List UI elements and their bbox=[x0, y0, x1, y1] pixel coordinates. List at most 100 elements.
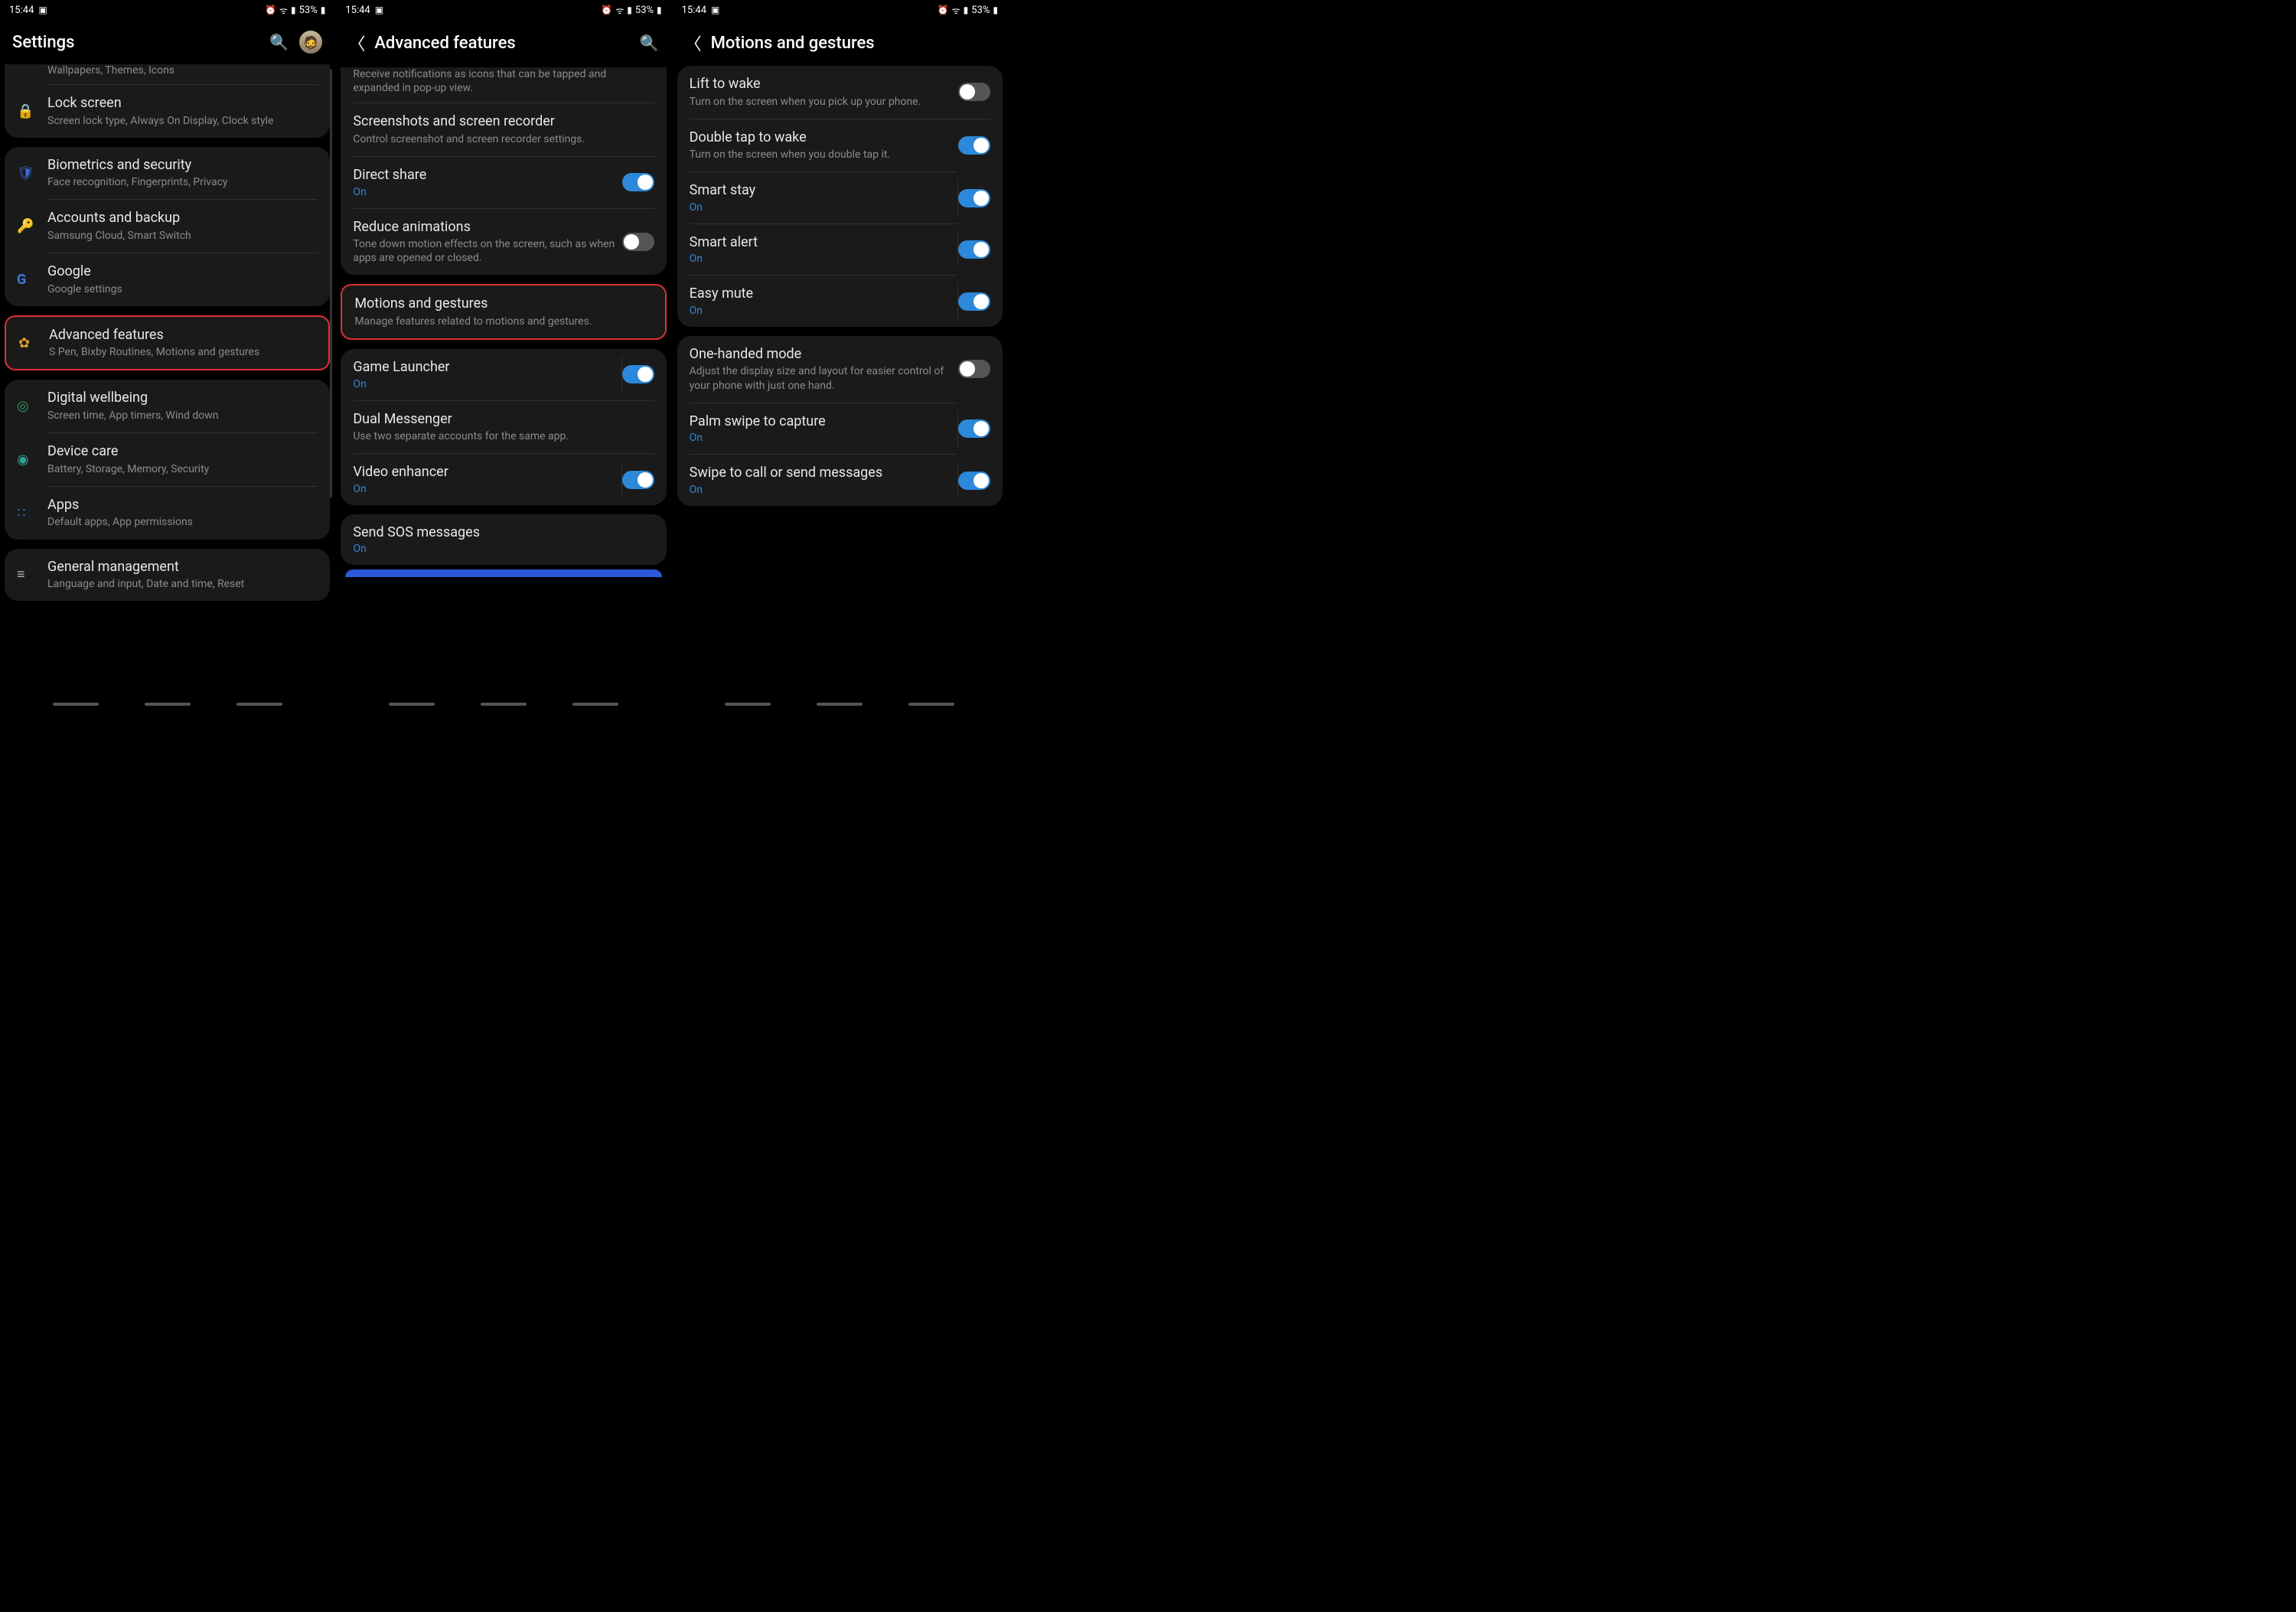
back-icon[interactable]: 〈 bbox=[685, 31, 700, 55]
settings-item-apps[interactable]: ∷ Apps Default apps, App permissions bbox=[5, 487, 330, 540]
item-status: On bbox=[353, 543, 654, 555]
item-send-sos[interactable]: Send SOS messages On bbox=[341, 514, 666, 566]
item-title: Double tap to wake bbox=[690, 129, 958, 147]
toggle-swipe-call-message[interactable] bbox=[958, 472, 990, 490]
toggle-smart-alert[interactable] bbox=[958, 240, 990, 259]
item-sub: Language and input, Date and time, Reset bbox=[47, 577, 318, 591]
item-status: On bbox=[690, 484, 958, 496]
toggle-smart-stay[interactable] bbox=[958, 189, 990, 207]
settings-panel: 15:44 ▣ ⏰ ᯤ ▮ 53% ▮ Settings 🔍 🧔 Wallpap… bbox=[0, 0, 334, 707]
item-screenshots-recorder[interactable]: Screenshots and screen recorder Control … bbox=[341, 103, 666, 156]
toggle-video-enhancer[interactable] bbox=[622, 471, 654, 489]
status-bar: 15:44 ▣ ⏰ ᯤ ▮ 53% ▮ bbox=[0, 0, 334, 20]
settings-item-general-management[interactable]: ≡ General management Language and input,… bbox=[5, 549, 330, 602]
alarm-icon: ⏰ bbox=[601, 5, 612, 15]
settings-item-biometrics[interactable]: 🛡 Biometrics and security Face recogniti… bbox=[5, 147, 330, 200]
item-motions-gestures[interactable]: Motions and gestures Manage features rel… bbox=[342, 286, 664, 338]
back-icon[interactable]: 〈 bbox=[348, 31, 364, 55]
key-icon: 🔑 bbox=[17, 218, 47, 234]
search-icon[interactable]: 🔍 bbox=[269, 33, 289, 51]
item-title: Biometrics and security bbox=[47, 157, 318, 175]
item-sub: Manage features related to motions and g… bbox=[354, 315, 652, 328]
item-sub: Turn on the screen when you pick up your… bbox=[690, 95, 958, 109]
item-title: Reduce animations bbox=[353, 219, 621, 237]
item-sub: Turn on the screen when you double tap i… bbox=[690, 148, 958, 162]
toggle-game-launcher[interactable] bbox=[622, 365, 654, 383]
item-lift-to-wake[interactable]: Lift to wake Turn on the screen when you… bbox=[677, 66, 1003, 119]
lock-icon: 🔒 bbox=[17, 103, 47, 119]
settings-item-accounts[interactable]: 🔑 Accounts and backup Samsung Cloud, Sma… bbox=[5, 200, 330, 253]
motions-gestures-panel: 15:44 ▣ ⏰ ᯤ ▮ 53% ▮ 〈 Motions and gestur… bbox=[673, 0, 1007, 707]
item-title: Palm swipe to capture bbox=[690, 413, 958, 431]
item-sub: Samsung Cloud, Smart Switch bbox=[47, 229, 318, 243]
nav-home[interactable] bbox=[481, 703, 527, 706]
item-sub: Tone down motion effects on the screen, … bbox=[353, 237, 621, 265]
item-smart-stay[interactable]: Smart stay On bbox=[677, 172, 1003, 224]
page-title: Settings bbox=[12, 33, 259, 52]
page-title: Advanced features bbox=[374, 34, 628, 53]
header: 〈 Advanced features 🔍 bbox=[336, 20, 670, 66]
nav-back[interactable] bbox=[908, 703, 954, 706]
advanced-features-panel: 15:44 ▣ ⏰ ᯤ ▮ 53% ▮ 〈 Advanced features … bbox=[336, 0, 670, 707]
status-time: 15:44 bbox=[9, 5, 34, 16]
wifi-icon: ᯤ bbox=[279, 4, 288, 17]
scrollbar[interactable] bbox=[330, 69, 332, 498]
nav-recent[interactable] bbox=[53, 703, 99, 706]
nav-home[interactable] bbox=[817, 703, 863, 706]
item-direct-share[interactable]: Direct share On bbox=[341, 157, 666, 208]
toggle-lift-to-wake[interactable] bbox=[958, 83, 990, 101]
item-title: Screenshots and screen recorder bbox=[353, 113, 654, 131]
battery-percent: 53% bbox=[299, 5, 318, 16]
battery-percent: 53% bbox=[971, 5, 990, 16]
status-bar: 15:44 ▣ ⏰ ᯤ ▮ 53% ▮ bbox=[673, 0, 1007, 20]
nav-back[interactable] bbox=[236, 703, 282, 706]
device-care-icon: ◉ bbox=[17, 452, 47, 468]
item-palm-swipe-capture[interactable]: Palm swipe to capture On bbox=[677, 403, 1003, 455]
toggle-easy-mute[interactable] bbox=[958, 292, 990, 311]
item-easy-mute[interactable]: Easy mute On bbox=[677, 276, 1003, 327]
item-title: Advanced features bbox=[49, 327, 316, 344]
image-icon: ▣ bbox=[375, 5, 383, 15]
item-smart-alert[interactable]: Smart alert On bbox=[677, 224, 1003, 276]
item-title: Device care bbox=[47, 443, 318, 461]
toggle-palm-swipe-capture[interactable] bbox=[958, 419, 990, 438]
toggle-one-handed-mode[interactable] bbox=[958, 360, 990, 378]
google-icon: G bbox=[17, 272, 47, 288]
settings-item-digital-wellbeing[interactable]: ◎ Digital wellbeing Screen time, App tim… bbox=[5, 380, 330, 432]
header: Settings 🔍 🧔 bbox=[0, 20, 334, 64]
settings-item-device-care[interactable]: ◉ Device care Battery, Storage, Memory, … bbox=[5, 433, 330, 486]
item-title: Apps bbox=[47, 497, 318, 514]
toggle-direct-share[interactable] bbox=[622, 173, 654, 191]
settings-item-lock-screen[interactable]: 🔒 Lock screen Screen lock type, Always O… bbox=[5, 85, 330, 138]
wifi-icon: ᯤ bbox=[952, 4, 960, 17]
item-sub: Default apps, App permissions bbox=[47, 515, 318, 529]
nav-home[interactable] bbox=[145, 703, 191, 706]
item-double-tap-wake[interactable]: Double tap to wake Turn on the screen wh… bbox=[677, 119, 1003, 172]
item-status: On bbox=[690, 305, 958, 317]
avatar[interactable]: 🧔 bbox=[299, 31, 322, 54]
toggle-double-tap-wake[interactable] bbox=[958, 136, 990, 155]
item-title: Smart stay bbox=[690, 182, 958, 200]
signal-icon: ▮ bbox=[627, 5, 632, 15]
settings-item-google[interactable]: G Google Google settings bbox=[5, 253, 330, 306]
item-video-enhancer[interactable]: Video enhancer On bbox=[341, 454, 666, 505]
search-icon[interactable]: 🔍 bbox=[640, 34, 659, 52]
toggle-reduce-animations[interactable] bbox=[622, 233, 654, 251]
signal-icon: ▮ bbox=[291, 5, 296, 15]
partial-item-sub: Wallpapers, Themes, Icons bbox=[5, 64, 330, 84]
item-one-handed-mode[interactable]: One-handed mode Adjust the display size … bbox=[677, 336, 1003, 403]
apps-icon: ∷ bbox=[17, 505, 47, 521]
nav-back[interactable] bbox=[572, 703, 618, 706]
nav-recent[interactable] bbox=[389, 703, 435, 706]
item-dual-messenger[interactable]: Dual Messenger Use two separate accounts… bbox=[341, 401, 666, 454]
item-title: Swipe to call or send messages bbox=[690, 465, 958, 482]
settings-item-advanced-features[interactable]: ✿ Advanced features S Pen, Bixby Routine… bbox=[6, 317, 328, 370]
item-status: On bbox=[690, 253, 958, 265]
item-swipe-call-message[interactable]: Swipe to call or send messages On bbox=[677, 455, 1003, 506]
nav-recent[interactable] bbox=[725, 703, 771, 706]
item-game-launcher[interactable]: Game Launcher On bbox=[341, 349, 666, 400]
item-title: Lift to wake bbox=[690, 76, 958, 93]
item-reduce-animations[interactable]: Reduce animations Tone down motion effec… bbox=[341, 209, 666, 276]
item-title: Send SOS messages bbox=[353, 524, 654, 542]
gear-flower-icon: ✿ bbox=[18, 335, 49, 351]
